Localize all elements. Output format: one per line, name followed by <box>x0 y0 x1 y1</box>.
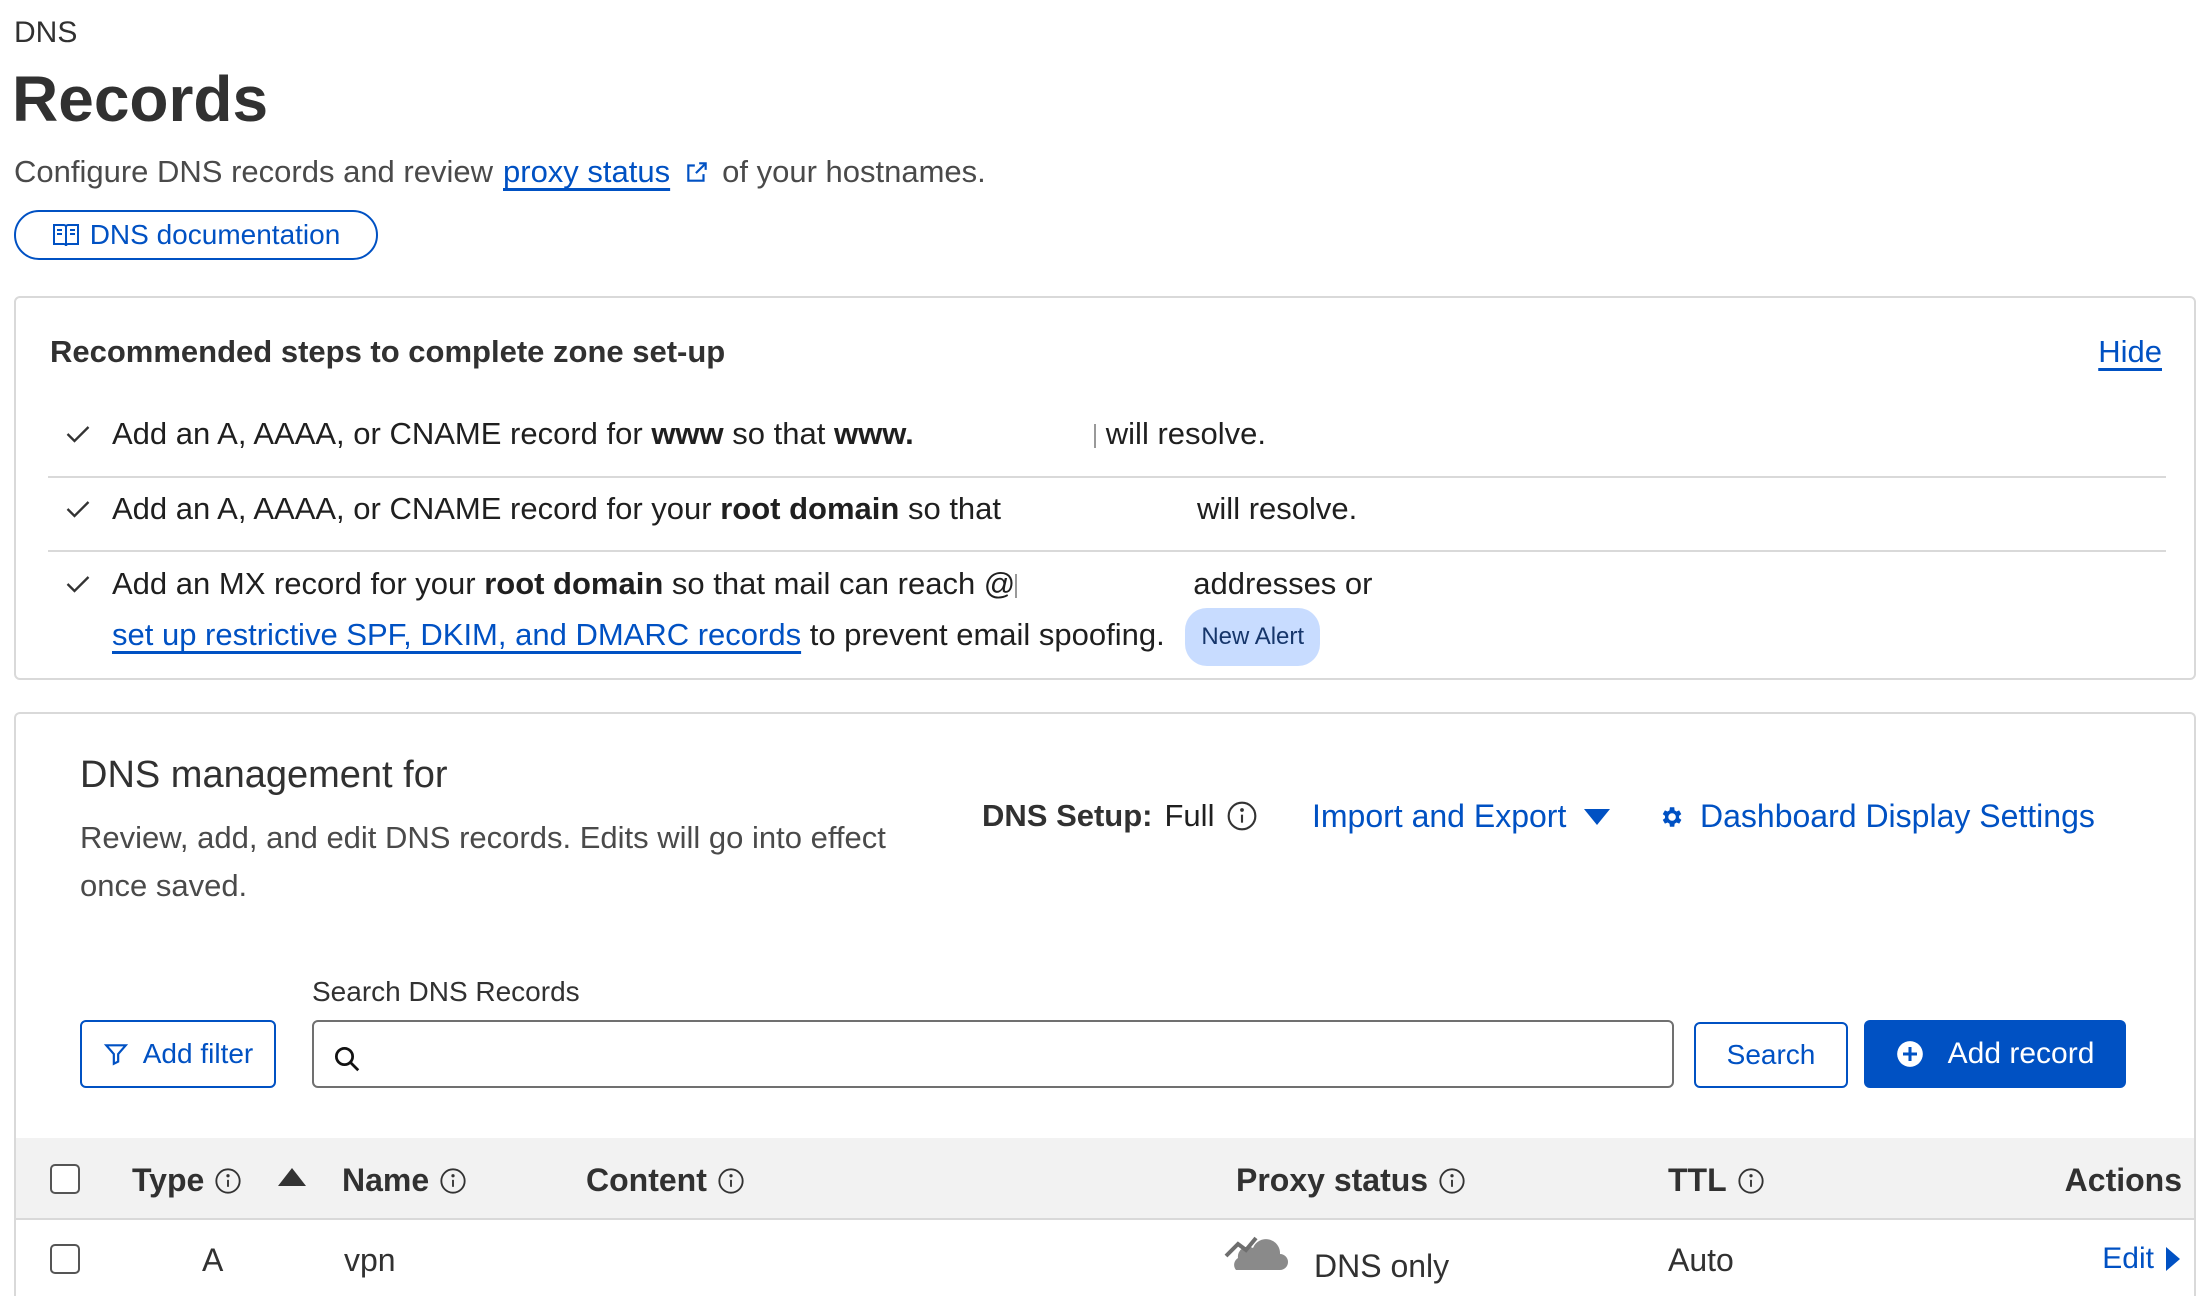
dns-setup-label: DNS Setup: <box>982 798 1153 833</box>
search-button[interactable]: Search <box>1694 1022 1848 1088</box>
search-icon <box>335 1047 360 1072</box>
dns-management-title: DNS management for <box>80 754 448 796</box>
intro-text: Configure DNS records and review <box>14 154 493 189</box>
recommended-steps-title: Recommended steps to complete zone set-u… <box>50 334 726 369</box>
cloud-icon <box>1224 1236 1288 1270</box>
gear-icon <box>1662 806 1682 827</box>
step-divider <box>48 476 2166 478</box>
record-proxy-status: DNS only <box>1222 1230 1449 1284</box>
step-divider <box>48 550 2166 552</box>
step-text: Add an A, AAAA, or CNAME record for your… <box>112 491 1358 526</box>
spf-dkim-dmarc-link[interactable]: set up restrictive SPF, DKIM, and DMARC … <box>112 617 801 652</box>
select-all-checkbox[interactable] <box>50 1164 80 1194</box>
column-header-name[interactable]: Name <box>342 1162 467 1199</box>
column-header-ttl[interactable]: TTL <box>1668 1162 1765 1199</box>
column-content-label: Content <box>586 1162 707 1198</box>
check-icon <box>66 576 90 593</box>
proxy-status-value: DNS only <box>1314 1247 1450 1284</box>
record-name: vpn <box>344 1242 396 1278</box>
recommended-steps-card: Recommended steps to complete zone set-u… <box>14 296 2196 680</box>
info-icon[interactable] <box>439 1167 467 1195</box>
proxy-status-link[interactable]: proxy status <box>503 154 670 190</box>
step-root-record: Add an A, AAAA, or CNAME record for your… <box>48 491 2166 531</box>
table-row[interactable]: A vpn DNS only Auto Edit <box>16 1220 2194 1296</box>
info-icon[interactable] <box>1438 1167 1466 1195</box>
column-proxy-label: Proxy status <box>1236 1162 1429 1198</box>
column-name-label: Name <box>342 1162 430 1198</box>
edit-label: Edit <box>2102 1242 2154 1275</box>
records-table-header: Type Name Content Proxy status TTL Actio… <box>16 1138 2194 1220</box>
column-header-type[interactable]: Type <box>132 1162 242 1199</box>
column-ttl-label: TTL <box>1668 1162 1727 1198</box>
info-icon[interactable] <box>717 1167 745 1195</box>
section-label: DNS <box>14 16 78 49</box>
info-icon[interactable] <box>1737 1167 1765 1195</box>
dns-setup-status: DNS Setup: Full <box>982 798 1258 834</box>
record-type: A <box>202 1242 224 1278</box>
new-alert-badge: New Alert <box>1185 608 1321 666</box>
add-record-button[interactable]: Add record <box>1864 1020 2126 1088</box>
column-type-label: Type <box>132 1162 205 1198</box>
info-icon[interactable] <box>1226 800 1258 832</box>
import-export-label: Import and Export <box>1312 798 1567 834</box>
sort-up-icon[interactable] <box>278 1168 306 1186</box>
edit-record-button[interactable]: Edit <box>2102 1242 2180 1276</box>
check-icon <box>66 501 90 518</box>
check-icon <box>66 426 90 443</box>
record-ttl: Auto <box>1668 1242 1734 1278</box>
column-header-content[interactable]: Content <box>586 1162 745 1199</box>
caret-down-icon <box>1584 808 1611 825</box>
column-header-actions: Actions <box>2064 1162 2182 1198</box>
add-filter-button[interactable]: Add filter <box>80 1020 276 1088</box>
dns-management-card: DNS management for Review, add, and edit… <box>14 712 2196 1296</box>
search-dns-records-input[interactable] <box>312 1020 1674 1088</box>
import-export-dropdown[interactable]: Import and Export <box>1312 798 1611 835</box>
filter-icon <box>103 1044 128 1066</box>
step-text: Add an A, AAAA, or CNAME record for www … <box>112 416 1266 451</box>
dns-documentation-label: DNS documentation <box>89 219 341 250</box>
dashboard-display-settings-label: Dashboard Display Settings <box>1700 798 2095 834</box>
add-record-label: Add record <box>1947 1037 2095 1070</box>
dashboard-display-settings-button[interactable]: Dashboard Display Settings <box>1658 798 2095 835</box>
dns-setup-value: Full <box>1164 798 1215 833</box>
search-dns-records-label: Search DNS Records <box>312 976 580 1007</box>
step-www-record: Add an A, AAAA, or CNAME record for www … <box>48 416 2166 456</box>
step-text: Add an MX record for your root domain so… <box>112 560 1373 666</box>
intro-text-end: of your hostnames. <box>722 154 986 189</box>
add-filter-label: Add filter <box>142 1038 254 1069</box>
hide-link[interactable]: Hide <box>2098 334 2162 370</box>
column-header-proxy-status[interactable]: Proxy status <box>1236 1162 1466 1199</box>
page-intro: Configure DNS records and review proxy s… <box>14 154 986 190</box>
book-icon <box>52 224 79 247</box>
info-icon[interactable] <box>214 1167 242 1195</box>
row-select-checkbox[interactable] <box>50 1244 80 1274</box>
external-link-icon[interactable] <box>684 159 710 185</box>
step-mx-record: Add an MX record for your root domain so… <box>48 566 2166 666</box>
dns-management-description: Review, add, and edit DNS records. Edits… <box>80 820 886 903</box>
caret-right-icon <box>2166 1247 2180 1271</box>
dns-documentation-button[interactable]: DNS documentation <box>14 210 378 260</box>
page-title: Records <box>12 63 269 135</box>
plus-circle-icon <box>1896 1041 1923 1067</box>
